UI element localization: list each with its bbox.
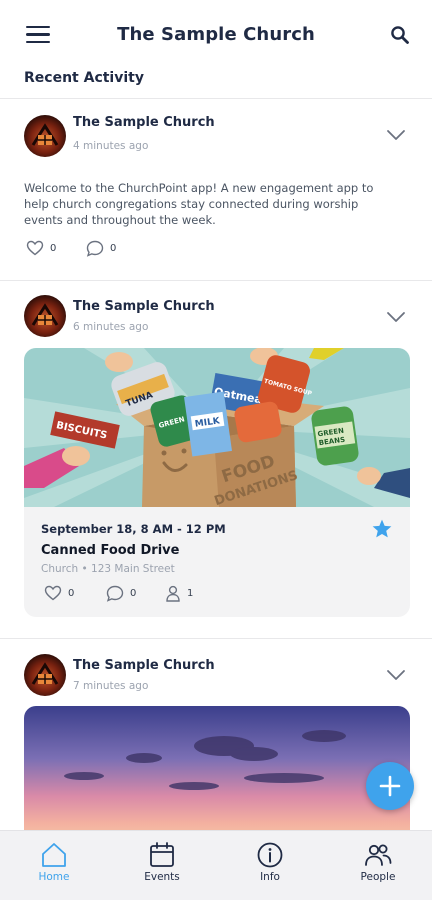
app-bar: The Sample Church bbox=[0, 0, 432, 70]
post-author: The Sample Church bbox=[73, 299, 215, 314]
comment-button[interactable]: 0 bbox=[106, 585, 136, 602]
page-title: The Sample Church bbox=[117, 24, 315, 45]
person-icon bbox=[166, 585, 180, 602]
church-avatar[interactable] bbox=[24, 295, 66, 337]
divider bbox=[0, 280, 432, 281]
tab-label: People bbox=[360, 871, 396, 883]
like-count: 0 bbox=[50, 242, 57, 254]
like-count: 0 bbox=[68, 587, 75, 599]
comment-count: 0 bbox=[130, 588, 137, 599]
tab-label: Info bbox=[260, 871, 280, 883]
chevron-down-icon[interactable] bbox=[386, 311, 406, 323]
comment-button[interactable]: 0 bbox=[86, 240, 116, 257]
post-text: Welcome to the ChurchPoint app! A new en… bbox=[24, 181, 374, 227]
divider bbox=[0, 98, 432, 99]
event-date: September 18, 8 AM - 12 PM bbox=[41, 522, 226, 536]
home-icon bbox=[42, 843, 66, 867]
post-author: The Sample Church bbox=[73, 658, 215, 673]
event-card[interactable]: TUNA GREEN Oatmeal TOMATO SOUP MILK BISC… bbox=[24, 348, 410, 617]
info-icon bbox=[257, 842, 283, 868]
event-location: Church • 123 Main Street bbox=[41, 563, 175, 575]
divider bbox=[0, 638, 432, 639]
post-time: 4 minutes ago bbox=[73, 140, 149, 152]
tab-events[interactable]: Events bbox=[108, 831, 216, 900]
heart-icon bbox=[44, 585, 62, 601]
like-button[interactable]: 0 bbox=[26, 240, 56, 256]
tab-info[interactable]: Info bbox=[216, 831, 324, 900]
like-button[interactable]: 0 bbox=[44, 585, 74, 601]
tab-people[interactable]: People bbox=[324, 831, 432, 900]
add-post-button[interactable] bbox=[366, 762, 414, 810]
calendar-icon bbox=[150, 842, 174, 867]
section-title: Recent Activity bbox=[24, 70, 144, 86]
bottom-tab-bar: Home Events Info People bbox=[0, 830, 432, 900]
comment-count: 0 bbox=[110, 243, 117, 254]
plus-icon bbox=[379, 775, 401, 797]
church-avatar[interactable] bbox=[24, 115, 66, 157]
chevron-down-icon[interactable] bbox=[386, 669, 406, 681]
chevron-down-icon[interactable] bbox=[386, 129, 406, 141]
search-icon[interactable] bbox=[390, 25, 410, 45]
people-icon bbox=[365, 844, 392, 866]
tab-label: Home bbox=[38, 871, 70, 883]
comment-icon bbox=[106, 585, 124, 602]
comment-icon bbox=[86, 240, 104, 257]
heart-icon bbox=[26, 240, 44, 256]
post-time: 6 minutes ago bbox=[73, 321, 149, 333]
church-avatar[interactable] bbox=[24, 654, 66, 696]
post-time: 7 minutes ago bbox=[73, 680, 149, 692]
tab-label: Events bbox=[144, 871, 180, 883]
post-author: The Sample Church bbox=[73, 115, 215, 130]
star-icon[interactable] bbox=[371, 518, 393, 540]
tab-home[interactable]: Home bbox=[0, 831, 108, 900]
attendees-button[interactable]: 1 bbox=[165, 585, 193, 602]
food-drive-illustration: TUNA GREEN Oatmeal TOMATO SOUP MILK BISC… bbox=[24, 348, 410, 507]
attendee-count: 1 bbox=[187, 588, 194, 599]
event-name: Canned Food Drive bbox=[41, 543, 180, 558]
